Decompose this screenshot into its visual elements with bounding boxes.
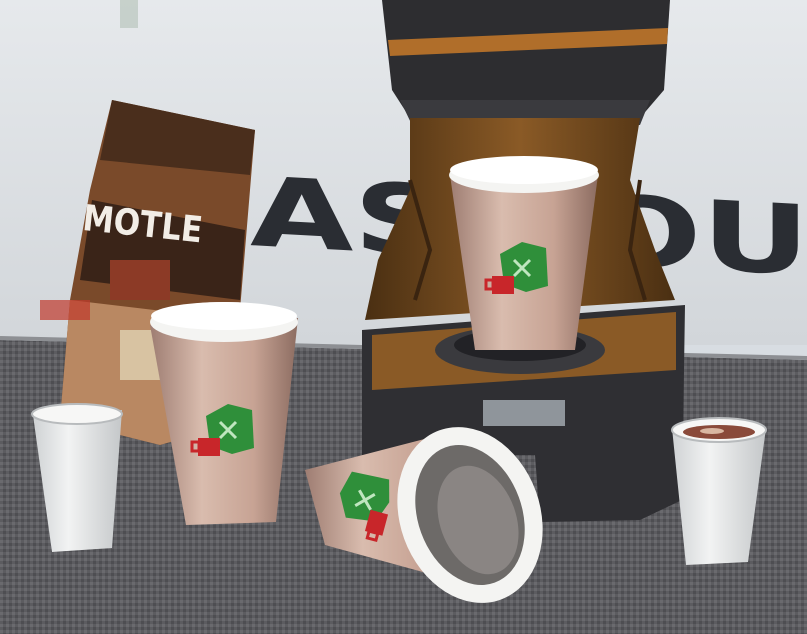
cup-under-dispenser (449, 156, 599, 350)
machine-display (483, 400, 565, 426)
game-scene: AS YOU MOTLE (0, 0, 807, 634)
